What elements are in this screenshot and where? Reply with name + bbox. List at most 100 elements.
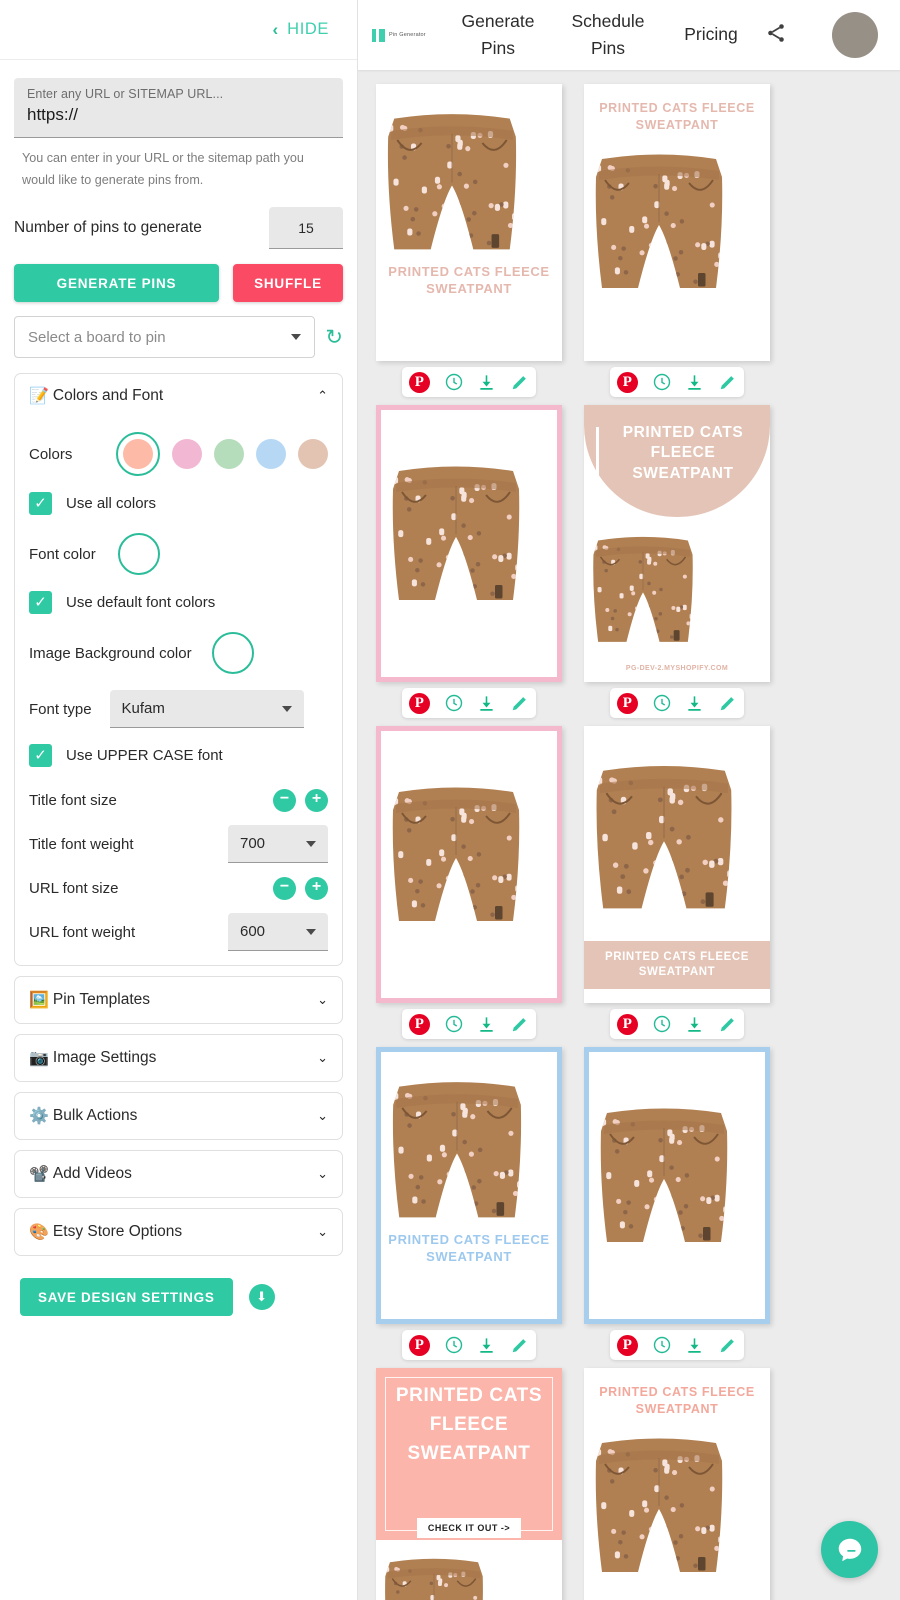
pencil-icon[interactable]	[718, 1015, 737, 1034]
color-swatch-0-selected[interactable]	[116, 432, 160, 477]
colors-and-font-header[interactable]: 📝 Colors and Font ⌃	[15, 374, 342, 418]
pinterest-icon[interactable]: P	[408, 371, 430, 393]
pinterest-icon[interactable]: P	[408, 1013, 430, 1035]
clock-icon[interactable]	[652, 1335, 672, 1355]
panel-title: 📷 Image Settings	[29, 1048, 156, 1068]
image-background-color-swatch[interactable]	[211, 632, 254, 675]
color-swatch-2[interactable]	[214, 439, 244, 470]
pin-card[interactable]	[376, 726, 562, 1003]
clock-icon[interactable]	[444, 372, 464, 392]
checkbox-checked-icon[interactable]: ✓	[29, 744, 52, 768]
generate-pins-button[interactable]: GENERATE PINS	[14, 264, 219, 303]
pin-card[interactable]: PRINTED CATS FLEECE SWEATPANT	[584, 1368, 770, 1600]
checkbox-checked-icon[interactable]: ✓	[29, 591, 52, 615]
hide-sidebar-button[interactable]: ‹ HIDE	[0, 0, 357, 60]
color-swatches	[116, 432, 328, 477]
pencil-icon[interactable]	[510, 373, 529, 392]
pencil-icon[interactable]	[718, 373, 737, 392]
pin-card[interactable]	[376, 405, 562, 682]
pencil-icon[interactable]	[718, 1336, 737, 1355]
app-logo[interactable]: Pin Generator	[372, 28, 450, 42]
pinterest-icon[interactable]: P	[616, 692, 638, 714]
download-icon[interactable]	[685, 373, 704, 392]
pinterest-icon[interactable]: P	[408, 692, 430, 714]
panel-bulk-actions: ⚙️ Bulk Actions ⌄	[14, 1092, 343, 1141]
title-font-size-increase[interactable]: +	[305, 789, 328, 813]
title-font-size-row: Title font size − +	[29, 789, 328, 813]
clock-icon[interactable]	[652, 693, 672, 713]
number-of-pins-input[interactable]: 15	[269, 207, 343, 250]
url-input[interactable]: Enter any URL or SITEMAP URL... https://	[14, 78, 343, 138]
pencil-icon[interactable]	[510, 1336, 529, 1355]
checkbox-checked-icon[interactable]: ✓	[29, 492, 52, 516]
pin-card[interactable]: PRINTED CATS FLEECE SWEATPANT	[584, 84, 770, 361]
download-icon[interactable]	[477, 1336, 496, 1355]
nav-pricing[interactable]: Pricing	[668, 21, 754, 48]
download-icon[interactable]	[477, 1015, 496, 1034]
chevron-down-icon: ⌄	[317, 992, 328, 1008]
download-icon[interactable]	[477, 373, 496, 392]
download-icon[interactable]	[685, 1336, 704, 1355]
pinterest-icon[interactable]: P	[408, 1334, 430, 1356]
pin-action-bar: P	[610, 688, 744, 718]
color-swatch-3[interactable]	[256, 439, 286, 470]
nav-schedule-pins[interactable]: Schedule Pins	[556, 8, 660, 62]
download-circle-icon[interactable]: ⬇	[248, 1284, 275, 1311]
pin-cta[interactable]: CHECK IT OUT ->	[416, 1518, 522, 1538]
shuffle-button[interactable]: SHUFFLE	[233, 264, 343, 303]
refresh-icon[interactable]: ↻	[325, 327, 343, 348]
url-input-value: https://	[27, 105, 79, 124]
color-swatch-1[interactable]	[172, 439, 202, 470]
panel-header[interactable]: 📽️ Add Videos ⌄	[15, 1151, 342, 1197]
image-background-color-label: Image Background color	[29, 644, 192, 662]
nav-generate-pins[interactable]: Generate Pins	[450, 8, 546, 62]
panel-header[interactable]: 🖼️ Pin Templates ⌄	[15, 977, 342, 1023]
use-upper-case-row[interactable]: ✓ Use UPPER CASE font	[29, 744, 328, 768]
pin-card[interactable]: PRINTED CATS FLEECE SWEATPANT	[584, 726, 770, 1003]
url-font-size-decrease[interactable]: −	[273, 877, 296, 901]
number-of-pins-label: Number of pins to generate	[14, 219, 202, 237]
collapsed-panels: 🖼️ Pin Templates ⌄ 📷 Image Settings ⌄ ⚙️ Bulk A…	[0, 976, 357, 1257]
panel-header[interactable]: 🎨 Etsy Store Options ⌄	[15, 1209, 342, 1255]
clock-icon[interactable]	[444, 1335, 464, 1355]
panel-header[interactable]: ⚙️ Bulk Actions ⌄	[15, 1093, 342, 1139]
clock-icon[interactable]	[652, 1014, 672, 1034]
download-icon[interactable]	[685, 694, 704, 713]
clock-icon[interactable]	[444, 693, 464, 713]
url-font-weight-select[interactable]: 600	[228, 913, 328, 952]
download-icon[interactable]	[685, 1015, 704, 1034]
panel-label: Add Videos	[52, 1165, 132, 1183]
use-default-font-colors-row[interactable]: ✓ Use default font colors	[29, 591, 328, 615]
pin-card[interactable]: PRINTED CATS FLEECE SWEATPANT	[376, 84, 562, 361]
color-swatch-4[interactable]	[298, 439, 328, 470]
clock-icon[interactable]	[652, 372, 672, 392]
clock-icon[interactable]	[444, 1014, 464, 1034]
board-selector-row: Select a board to pin ↻	[14, 316, 343, 359]
pinterest-icon[interactable]: P	[616, 1013, 638, 1035]
board-select[interactable]: Select a board to pin	[14, 316, 316, 359]
font-color-swatch[interactable]	[117, 533, 160, 576]
title-font-size-decrease[interactable]: −	[273, 789, 296, 813]
pin-card[interactable]: PRINTED CATS FLEECE SWEATPANT CHECK IT OU…	[376, 1368, 562, 1600]
save-design-settings-button[interactable]: SAVE DESIGN SETTINGS	[20, 1278, 233, 1317]
title-font-weight-label: Title font weight	[29, 835, 134, 853]
panel-header[interactable]: 📷 Image Settings ⌄	[15, 1035, 342, 1081]
title-font-weight-select[interactable]: 700	[228, 825, 328, 864]
url-font-size-increase[interactable]: +	[305, 877, 328, 901]
pinterest-icon[interactable]: P	[616, 371, 638, 393]
panel-emoji-icon: 🖼️	[29, 992, 49, 1010]
pin-card[interactable]: PRINTED CATS FLEECE SWEATPANT PG-DEV-2.MY…	[584, 405, 770, 682]
pencil-icon[interactable]	[510, 694, 529, 713]
pinterest-icon[interactable]: P	[616, 1334, 638, 1356]
pin-card[interactable]	[584, 1047, 770, 1324]
font-type-select[interactable]: Kufam	[109, 690, 304, 729]
download-icon[interactable]	[477, 694, 496, 713]
use-all-colors-row[interactable]: ✓ Use all colors	[29, 492, 328, 516]
pencil-icon[interactable]	[718, 694, 737, 713]
share-icon[interactable]	[764, 21, 788, 50]
avatar[interactable]	[832, 12, 878, 58]
title-font-weight-row: Title font weight 700	[29, 825, 328, 864]
pencil-icon[interactable]	[510, 1015, 529, 1034]
pin-card[interactable]: PRINTED CATS FLEECE SWEATPANT	[376, 1047, 562, 1324]
chat-bubble-icon[interactable]	[821, 1521, 878, 1578]
